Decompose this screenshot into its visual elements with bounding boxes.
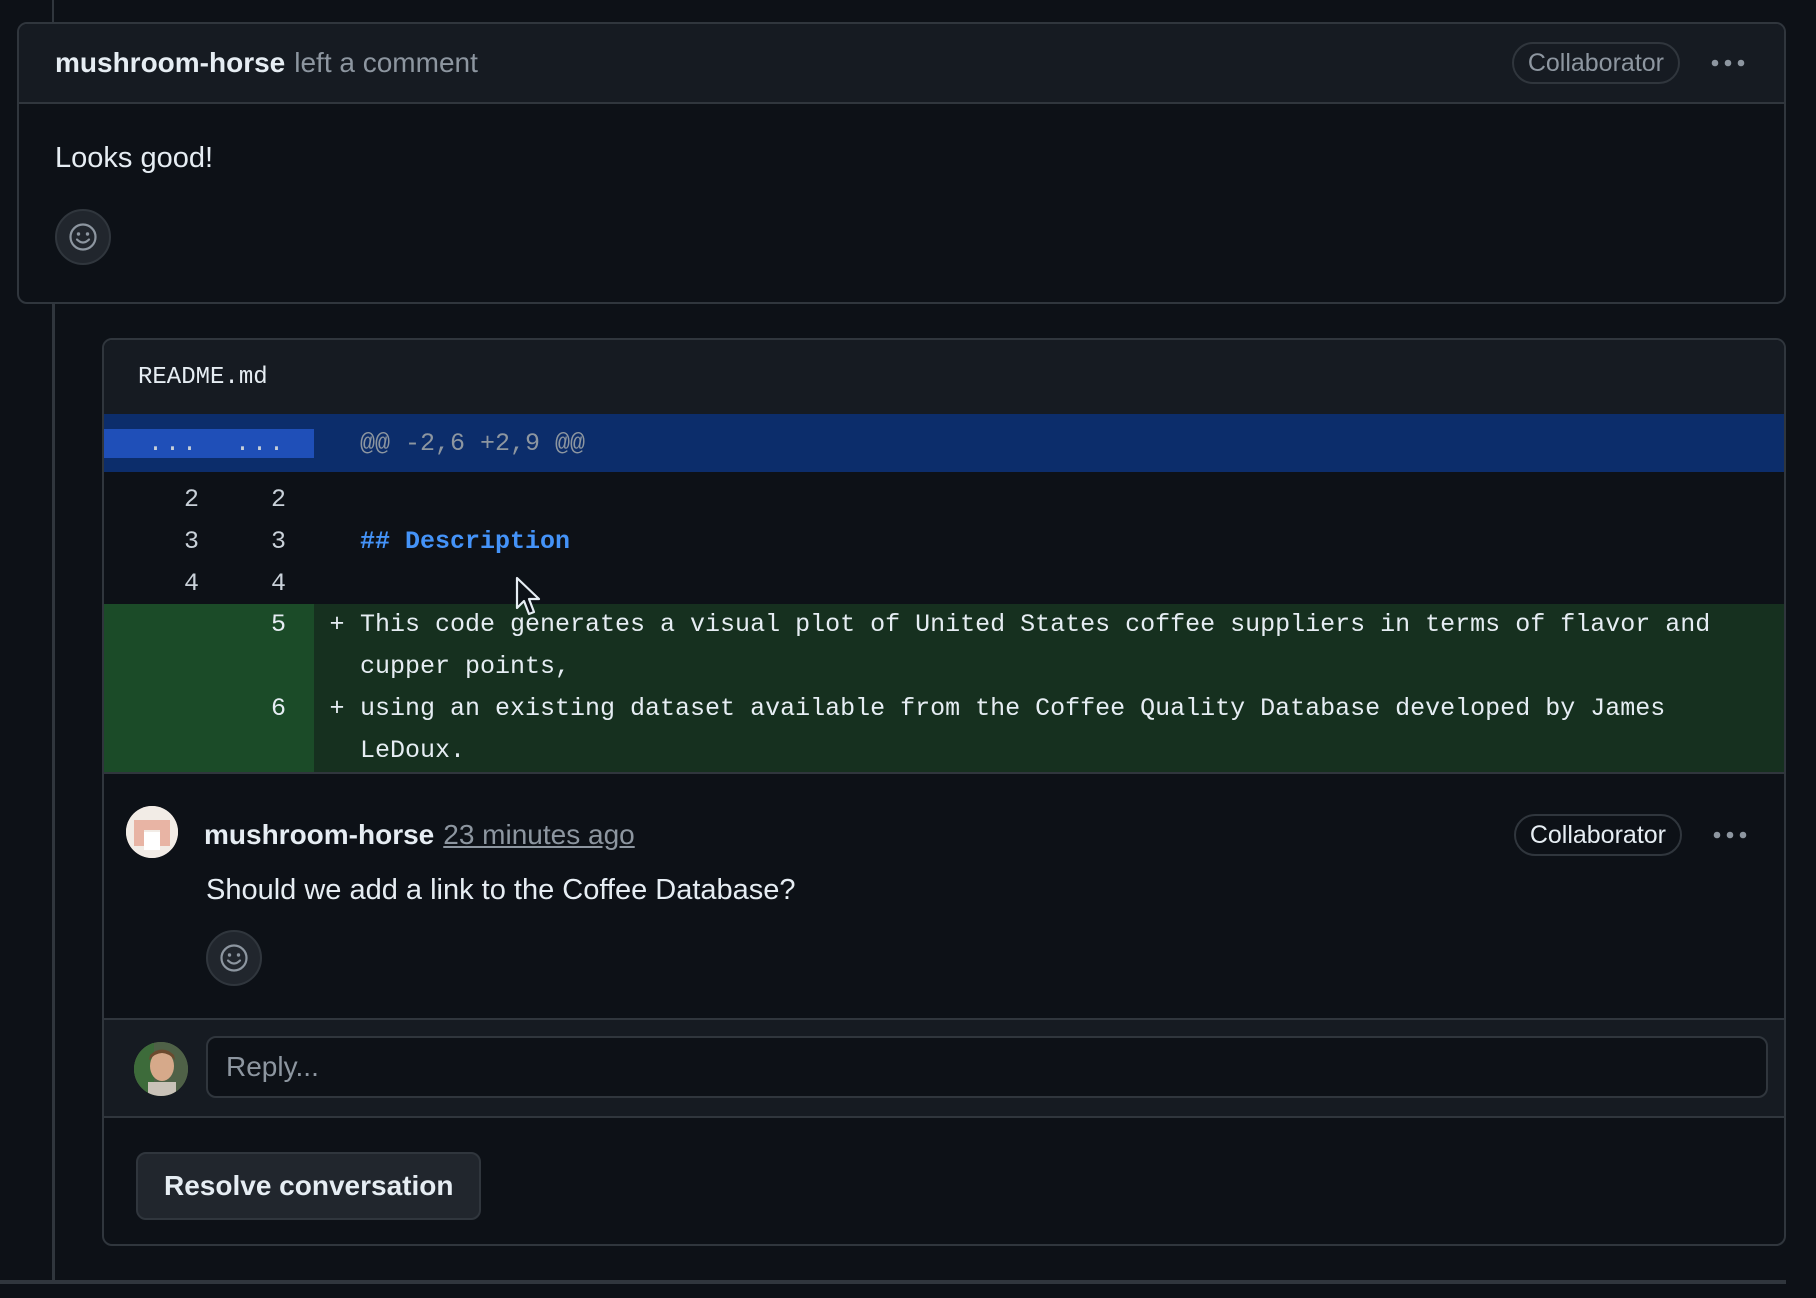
- diff-context-row: 3 3 ## Description: [104, 520, 1784, 562]
- comment-text: Looks good!: [55, 142, 214, 174]
- smiley-icon: [69, 223, 97, 251]
- diff-context-row: 4 4: [104, 562, 1784, 604]
- new-line-number: 3: [270, 526, 286, 556]
- avatar[interactable]: [126, 806, 178, 858]
- hunk-expander[interactable]: ... ...: [104, 428, 314, 458]
- review-thread: README.md ... ... @@ -2,6 +2,9 @@ 2 2 3 …: [102, 338, 1786, 1246]
- smiley-icon: [220, 944, 248, 972]
- author-link[interactable]: mushroom-horse: [204, 819, 434, 851]
- reply-input[interactable]: [206, 1036, 1768, 1098]
- add-reaction-button[interactable]: [55, 209, 111, 265]
- new-line-number: 6: [270, 694, 286, 723]
- old-line-number: 4: [183, 568, 199, 598]
- resolve-area: Resolve conversation: [104, 1116, 1784, 1244]
- diff-addition-row: 5 + This code generates a visual plot of…: [104, 604, 1784, 688]
- mouse-cursor-icon: [515, 576, 541, 616]
- collaborator-badge: Collaborator: [1513, 814, 1682, 856]
- comment-text: Should we add a link to the Coffee Datab…: [206, 874, 796, 906]
- diff-table: ... ... @@ -2,6 +2,9 @@ 2 2 3 3 ## Descr…: [104, 414, 1784, 772]
- diff-context-row: 2 2: [104, 478, 1784, 520]
- add-reaction-button[interactable]: [206, 930, 262, 986]
- kebab-horizontal-icon[interactable]: [1710, 815, 1750, 855]
- diff-line-text: ## Description: [360, 526, 571, 556]
- comment-action: left a comment: [294, 47, 478, 78]
- hunk-old-marker: ...: [147, 428, 199, 458]
- resolve-conversation-button[interactable]: Resolve conversation: [136, 1152, 482, 1220]
- review-comment: mushroom-horse 23 minutes ago Collaborat…: [104, 772, 1784, 1018]
- new-line-number: 2: [270, 484, 286, 514]
- review-summary-comment: mushroom-horse left a comment Collaborat…: [17, 22, 1786, 304]
- reply-row: [104, 1018, 1784, 1116]
- kebab-horizontal-icon[interactable]: [1708, 43, 1748, 83]
- new-line-number: 4: [270, 568, 286, 598]
- addition-marker: +: [329, 610, 345, 639]
- file-header: README.md: [104, 340, 1784, 414]
- timestamp-link[interactable]: 23 minutes ago: [443, 819, 634, 851]
- comment-header: mushroom-horse left a comment Collaborat…: [19, 24, 1784, 104]
- old-line-number: 3: [183, 526, 199, 556]
- comment-body: Looks good!: [19, 104, 1784, 265]
- avatar[interactable]: [134, 1042, 188, 1096]
- diff-addition-row: 6 + using an existing dataset available …: [104, 688, 1784, 772]
- new-line-number: 5: [270, 610, 286, 639]
- file-name[interactable]: README.md: [138, 364, 268, 391]
- divider: [0, 1280, 1786, 1284]
- diff-line-text: This code generates a visual plot of Uni…: [360, 610, 1726, 681]
- author-link[interactable]: mushroom-horse: [55, 47, 285, 79]
- hunk-new-marker: ...: [234, 428, 286, 458]
- diff-line-text: using an existing dataset available from…: [360, 694, 1681, 765]
- old-line-number: 2: [183, 484, 199, 514]
- timeline-rail: [52, 0, 54, 22]
- review-comment-header: mushroom-horse 23 minutes ago Collaborat…: [204, 814, 1750, 856]
- hunk-header-row: ... ... @@ -2,6 +2,9 @@: [104, 414, 1784, 472]
- pr-conversation: mushroom-horse left a comment Collaborat…: [0, 0, 1816, 1298]
- collaborator-badge: Collaborator: [1511, 42, 1680, 84]
- hunk-header: @@ -2,6 +2,9 @@: [360, 428, 586, 458]
- addition-marker: +: [329, 694, 345, 723]
- timeline-rail: [52, 303, 55, 1281]
